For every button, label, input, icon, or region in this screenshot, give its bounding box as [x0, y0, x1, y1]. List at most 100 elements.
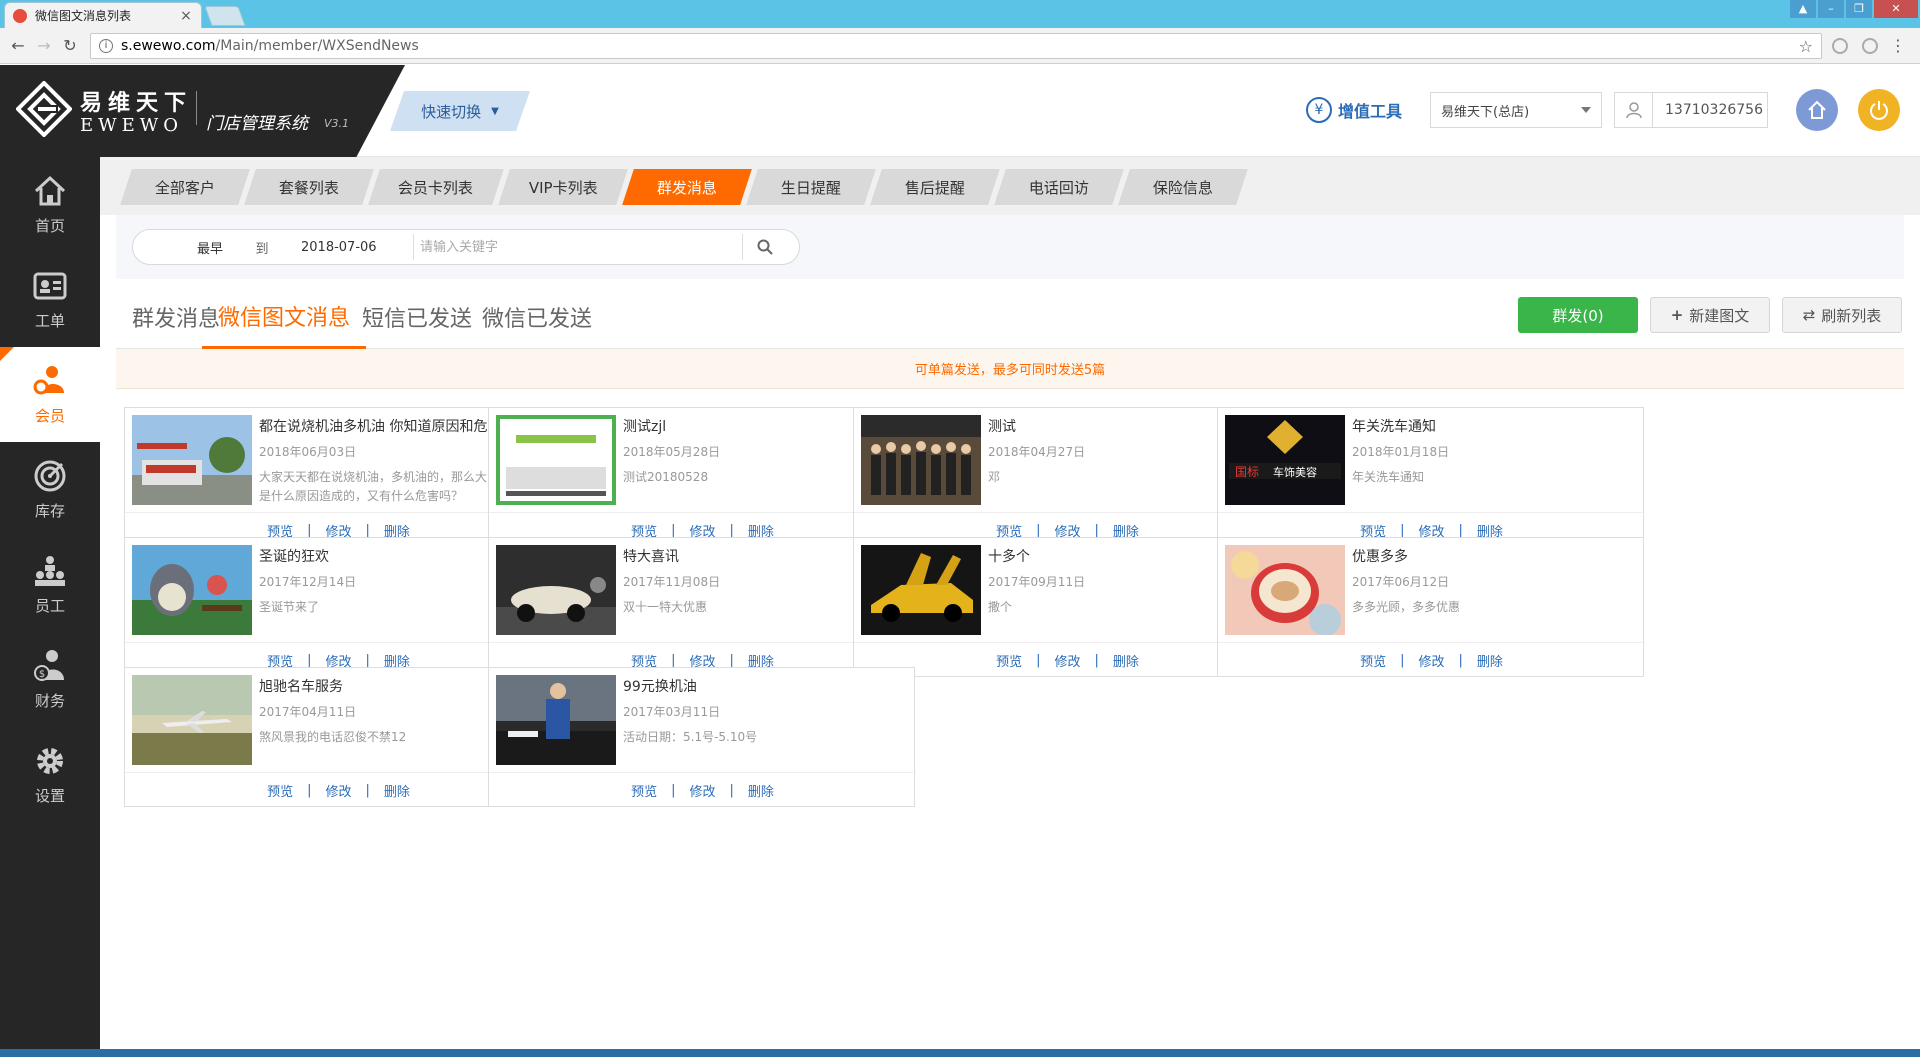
home-button[interactable]	[1796, 89, 1838, 131]
browser-tab[interactable]: 微信图文消息列表 ×	[4, 2, 202, 28]
action-separator: |	[671, 652, 676, 668]
filter-bar: 最早 到 2018-07-06	[116, 215, 1904, 279]
refresh-icon: ⇄	[1802, 306, 1816, 324]
user-account[interactable]: 13710326756	[1614, 92, 1768, 128]
action-separator: |	[1458, 652, 1463, 668]
article-description: 年关洗车通知	[1352, 470, 1425, 484]
search-button[interactable]	[743, 239, 787, 255]
sidebar-item-label: 首页	[34, 217, 65, 235]
extension-icon[interactable]	[1832, 38, 1848, 54]
preview-link[interactable]: 预览	[996, 651, 1022, 670]
quick-switch-button[interactable]: 快速切换 ▼	[390, 91, 530, 131]
sidebar-item-home[interactable]: 首页	[0, 157, 100, 252]
url-host: s.ewewo.com	[121, 38, 216, 54]
sidebar-item-settings[interactable]: 设置	[0, 727, 100, 822]
sidebar-item-work-order[interactable]: 工单	[0, 252, 100, 347]
sidebar-item-inventory[interactable]: 库存	[0, 442, 100, 537]
sidebar-item-staff[interactable]: 员工	[0, 537, 100, 632]
browser-tab-title: 微信图文消息列表	[35, 9, 132, 23]
plus-icon: +	[1670, 306, 1684, 324]
back-icon[interactable]: ←	[8, 36, 28, 56]
date-to-field[interactable]: 2018-07-06	[301, 240, 401, 255]
article-thumbnail	[496, 415, 616, 505]
article-thumbnail: 国标 车饰美容	[1225, 415, 1345, 505]
preview-link[interactable]: 预览	[267, 781, 293, 800]
extension-icon[interactable]	[1862, 38, 1878, 54]
action-separator: |	[1400, 652, 1405, 668]
keyword-search-input[interactable]	[413, 234, 743, 260]
action-separator: |	[1400, 522, 1405, 538]
app-header: 易维天下 EWEWO 门店管理系统 V3.1 快速切换 ▼ ¥ 增值工具 易维天…	[0, 65, 1920, 157]
forward-icon[interactable]: →	[34, 36, 54, 56]
edit-link[interactable]: 修改	[1418, 651, 1444, 670]
tab-birthday-reminder[interactable]: 生日提醒	[746, 169, 876, 205]
tab-aftersales-reminder[interactable]: 售后提醒	[870, 169, 1000, 205]
value-added-tools-link[interactable]: ¥ 增值工具	[1306, 97, 1402, 123]
browser-menu-icon[interactable]: ⋮	[1890, 36, 1906, 55]
article-card: 特大喜讯 2017年11月08日 双十一特大优惠 预览 | 修改 | 删除	[488, 537, 916, 677]
url-field[interactable]: i s.ewewo.com/Main/member/WXSendNews ☆	[90, 33, 1822, 59]
system-name: 门店管理系统	[206, 114, 308, 134]
group-send-button[interactable]: 群发(0)	[1518, 297, 1638, 333]
logout-button[interactable]	[1858, 89, 1900, 131]
refresh-list-button[interactable]: ⇄ 刷新列表	[1782, 297, 1902, 333]
info-icon[interactable]: i	[99, 39, 113, 53]
delete-link[interactable]: 删除	[748, 781, 774, 800]
date-from-field[interactable]: 最早	[133, 238, 223, 257]
logo-mark-icon	[16, 81, 72, 137]
delete-link[interactable]: 删除	[1113, 651, 1139, 670]
user-profile-icon[interactable]: ▲	[1790, 0, 1816, 18]
sidebar-item-label: 设置	[34, 787, 65, 805]
reload-icon[interactable]: ↻	[60, 36, 80, 56]
sidebar-item-member[interactable]: 会员	[0, 347, 100, 442]
article-thumbnail	[132, 545, 252, 635]
target-icon	[34, 460, 66, 492]
tab-insurance-info[interactable]: 保险信息	[1118, 169, 1248, 205]
tab-label: 套餐列表	[278, 178, 339, 197]
tab-package-list[interactable]: 套餐列表	[244, 169, 374, 205]
tab-group-message[interactable]: 群发消息	[622, 169, 752, 205]
edit-link[interactable]: 修改	[689, 781, 715, 800]
action-separator: |	[365, 652, 370, 668]
bookmark-star-icon[interactable]: ☆	[1799, 37, 1813, 56]
store-select[interactable]: 易维天下(总店)	[1430, 92, 1602, 128]
subtab-wechat-sent[interactable]: 微信已发送	[466, 285, 608, 349]
date-range-separator: 到	[255, 241, 269, 257]
url-path: /Main/member/WXSendNews	[215, 38, 419, 54]
subtab-wechat-articles[interactable]: 微信图文消息	[202, 285, 367, 349]
tab-label: 会员卡列表	[398, 178, 474, 197]
edit-link[interactable]: 修改	[1054, 651, 1080, 670]
edit-link[interactable]: 修改	[325, 781, 351, 800]
sidebar-item-label: 会员	[34, 407, 65, 425]
action-separator: |	[1094, 652, 1099, 668]
article-thumbnail	[861, 545, 981, 635]
tab-member-card-list[interactable]: 会员卡列表	[368, 169, 504, 205]
tab-label: 电话回访	[1028, 178, 1089, 197]
caret-down-icon: ▼	[491, 105, 499, 117]
preview-link[interactable]: 预览	[1360, 651, 1386, 670]
thumbnail-image	[132, 675, 252, 765]
restore-icon[interactable]: ❐	[1846, 0, 1872, 18]
browser-titlebar: 微信图文消息列表 × ▲ – ❐ ✕	[0, 0, 1920, 28]
sidebar-item-finance[interactable]: $ 财务	[0, 632, 100, 727]
action-separator: |	[671, 782, 676, 798]
thumbnail-image	[132, 415, 252, 505]
delete-link[interactable]: 删除	[1477, 651, 1503, 670]
action-separator: |	[1036, 652, 1041, 668]
tab-vip-card-list[interactable]: VIP卡列表	[498, 169, 628, 205]
minimize-icon[interactable]: –	[1818, 0, 1844, 18]
preview-link[interactable]: 预览	[631, 781, 657, 800]
home-icon	[1808, 100, 1826, 119]
value-tool-label: 增值工具	[1338, 102, 1403, 121]
tab-phone-followup[interactable]: 电话回访	[994, 169, 1124, 205]
tab-all-customers[interactable]: 全部客户	[120, 169, 250, 205]
delete-link[interactable]: 删除	[384, 781, 410, 800]
close-window-icon[interactable]: ✕	[1874, 0, 1918, 18]
article-date: 2018年04月27日	[988, 445, 1086, 459]
new-tab-button[interactable]	[204, 6, 246, 26]
favicon-icon	[13, 8, 27, 23]
article-date: 2018年05月28日	[623, 445, 721, 459]
new-article-button[interactable]: + 新建图文	[1650, 297, 1770, 333]
close-tab-icon[interactable]: ×	[179, 8, 193, 24]
finance-icon: $	[34, 650, 64, 681]
